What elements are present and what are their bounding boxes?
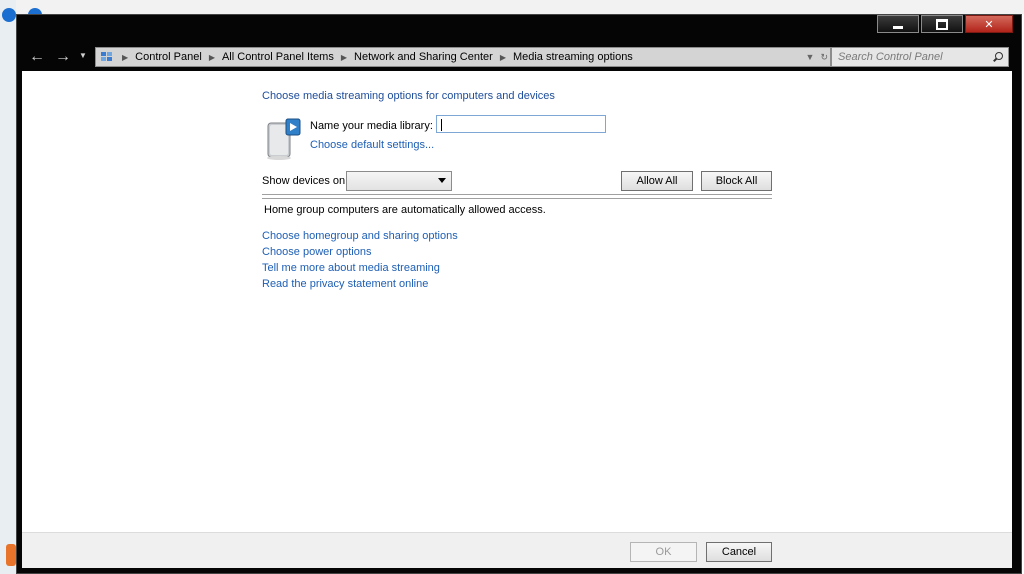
refresh-icon[interactable]: ↻ — [820, 52, 828, 63]
media-library-icon — [267, 118, 301, 160]
dialog-footer: OK Cancel — [22, 532, 1012, 568]
block-all-button[interactable]: Block All — [701, 171, 772, 191]
ok-button[interactable]: OK — [630, 542, 697, 562]
media-streaming-help-link[interactable]: Tell me more about media streaming — [262, 260, 458, 276]
close-button[interactable]: ✕ — [965, 15, 1013, 33]
allow-all-button[interactable]: Allow All — [621, 171, 693, 191]
related-links: Choose homegroup and sharing options Cho… — [262, 228, 458, 292]
address-bar[interactable]: ▶ Control Panel ▶ All Control Panel Item… — [95, 47, 831, 67]
recent-pages-dropdown[interactable]: ▼ — [79, 51, 87, 60]
search-input[interactable]: Search Control Panel — [838, 51, 993, 63]
chevron-down-icon — [438, 178, 446, 183]
background-window-strip — [0, 0, 1024, 14]
control-panel-icon — [99, 50, 115, 64]
breadcrumb-separator-icon[interactable]: ▶ — [209, 53, 215, 62]
breadcrumb-network-sharing[interactable]: Network and Sharing Center — [354, 51, 493, 63]
breadcrumb-control-panel[interactable]: Control Panel — [135, 51, 202, 63]
minimize-icon — [893, 25, 903, 29]
navigation-bar: ← → ▼ ▶ Control Panel ▶ All Control Pane… — [19, 43, 1017, 71]
device-list-divider — [262, 194, 772, 199]
cancel-button[interactable]: Cancel — [706, 542, 772, 562]
chevron-down-icon: ▼ — [79, 51, 87, 60]
background-taskbar-icon — [6, 544, 16, 566]
media-streaming-window: ✕ ← → ▼ ▶ Control Panel ▶ All Control Pa… — [16, 14, 1022, 574]
search-icon[interactable] — [993, 52, 1003, 62]
address-history-chevron-icon[interactable]: ▼ — [806, 52, 815, 62]
breadcrumb-all-items[interactable]: All Control Panel Items — [222, 51, 334, 63]
text-caret — [441, 119, 442, 131]
address-bar-controls: ▼ ↻ — [806, 48, 828, 66]
library-name-input[interactable] — [436, 115, 606, 133]
forward-button[interactable]: → — [53, 47, 73, 67]
power-options-link[interactable]: Choose power options — [262, 244, 458, 260]
back-button[interactable]: ← — [27, 47, 47, 67]
choose-default-settings-link[interactable]: Choose default settings... — [310, 139, 434, 151]
breadcrumb-separator-icon[interactable]: ▶ — [500, 53, 506, 62]
search-box[interactable]: Search Control Panel — [831, 47, 1009, 67]
background-window-edge — [0, 0, 16, 574]
main-content: Choose media streaming options for compu… — [22, 71, 1012, 532]
library-name-label: Name your media library: — [310, 120, 433, 132]
arrow-left-icon: ← — [29, 48, 45, 65]
breadcrumb-separator-icon: ▶ — [122, 52, 129, 62]
show-devices-select[interactable] — [346, 171, 452, 191]
page-heading: Choose media streaming options for compu… — [262, 90, 555, 102]
maximize-icon — [936, 18, 948, 30]
maximize-button[interactable] — [921, 15, 963, 33]
privacy-statement-link[interactable]: Read the privacy statement online — [262, 276, 458, 292]
window-controls: ✕ — [877, 15, 1013, 33]
arrow-right-icon: → — [55, 48, 71, 65]
show-devices-label: Show devices on: — [262, 175, 349, 187]
breadcrumb-media-streaming[interactable]: Media streaming options — [513, 51, 633, 63]
close-icon: ✕ — [984, 18, 994, 31]
minimize-button[interactable] — [877, 15, 919, 33]
breadcrumb-separator-icon[interactable]: ▶ — [341, 53, 347, 62]
background-back-icon — [2, 8, 16, 22]
homegroup-sharing-link[interactable]: Choose homegroup and sharing options — [262, 228, 458, 244]
homegroup-note: Home group computers are automatically a… — [264, 204, 546, 216]
